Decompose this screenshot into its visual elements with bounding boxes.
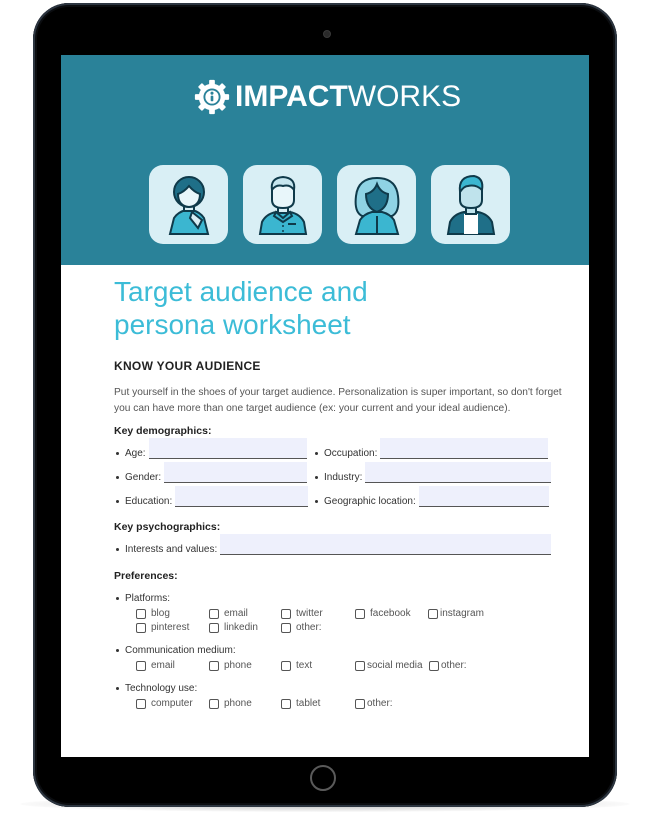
checkbox-twitter[interactable]: twitter	[281, 608, 323, 619]
section-heading: KNOW YOUR AUDIENCE	[114, 359, 261, 373]
industry-input[interactable]	[365, 462, 552, 483]
interests-values-input[interactable]	[220, 534, 552, 555]
field-geographic-location: Geographic location:	[313, 486, 549, 507]
bullet	[116, 476, 119, 479]
avatar-man-jacket	[431, 165, 510, 244]
geographic-location-input[interactable]	[418, 486, 549, 507]
bullet	[116, 597, 119, 600]
tablet-screen: IMPACTWORKS Target audience and persona …	[61, 55, 589, 757]
avatar-man-collared-shirt	[243, 165, 322, 244]
demographics-heading: Key demographics:	[114, 425, 212, 437]
bullet	[315, 476, 318, 479]
checkbox-icon[interactable]	[209, 660, 219, 671]
worksheet-title: Target audience and persona worksheet	[114, 276, 368, 340]
technology-use-label: Technology use:	[114, 683, 197, 694]
checkbox-icon[interactable]	[355, 608, 365, 619]
gear-info-icon	[194, 79, 230, 115]
field-label: Industry:	[324, 472, 363, 483]
checkbox-icon[interactable]	[281, 608, 291, 619]
checkbox-icon[interactable]	[429, 660, 439, 671]
field-age: Age:	[114, 438, 307, 459]
field-gender: Gender:	[114, 462, 308, 483]
bullet	[116, 548, 119, 551]
field-label: Interests and values:	[125, 544, 218, 555]
checkbox-icon[interactable]	[209, 608, 219, 619]
checkbox-comm-phone[interactable]: phone	[209, 660, 252, 671]
bullet	[116, 687, 119, 690]
gender-input[interactable]	[164, 462, 308, 483]
woman-short-hair-icon	[168, 175, 209, 235]
logo-text: IMPACTWORKS	[235, 80, 462, 113]
checkbox-comm-email[interactable]: email	[136, 660, 175, 671]
checkbox-blog[interactable]: blog	[136, 608, 170, 619]
field-interests-values: Interests and values:	[114, 534, 552, 555]
checkbox-comm-social-media[interactable]: social media	[355, 660, 423, 671]
bullet	[116, 500, 119, 503]
field-occupation: Occupation:	[313, 438, 549, 459]
avatar-woman-short-hair	[149, 165, 228, 244]
group-label: Technology use:	[125, 683, 198, 694]
field-label: Gender:	[125, 472, 162, 483]
checkbox-icon[interactable]	[355, 698, 365, 709]
logo: IMPACTWORKS	[193, 77, 461, 117]
header-banner: IMPACTWORKS	[61, 55, 589, 265]
communication-medium-label: Communication medium:	[114, 645, 236, 656]
age-input[interactable]	[148, 438, 307, 459]
checkbox-icon[interactable]	[136, 660, 146, 671]
field-label: Geographic location:	[324, 496, 416, 507]
checkbox-tech-other[interactable]: other:	[355, 698, 393, 709]
checkbox-pinterest[interactable]: pinterest	[136, 622, 189, 633]
persona-avatars	[149, 165, 510, 244]
education-input[interactable]	[175, 486, 309, 507]
checkbox-icon[interactable]	[136, 622, 146, 633]
checkbox-icon[interactable]	[281, 698, 291, 709]
occupation-input[interactable]	[380, 438, 549, 459]
worksheet-content: Target audience and persona worksheet KN…	[114, 275, 562, 417]
checkbox-icon[interactable]	[355, 660, 365, 671]
bullet	[315, 500, 318, 503]
checkbox-tech-phone[interactable]: phone	[209, 698, 252, 709]
bullet	[315, 452, 318, 455]
field-education: Education:	[114, 486, 309, 507]
man-collared-shirt-icon	[258, 175, 307, 235]
man-jacket-icon	[446, 174, 495, 235]
checkbox-facebook[interactable]: facebook	[355, 608, 411, 619]
field-label: Age:	[125, 448, 146, 459]
camera-icon	[323, 30, 331, 38]
bullet	[116, 452, 119, 455]
checkbox-icon[interactable]	[428, 608, 438, 619]
checkbox-platforms-other[interactable]: other:	[281, 622, 322, 633]
field-industry: Industry:	[313, 462, 552, 483]
avatar-woman-long-hair	[337, 165, 416, 244]
field-label: Education:	[125, 496, 173, 507]
checkbox-comm-text[interactable]: text	[281, 660, 312, 671]
checkbox-tech-computer[interactable]: computer	[136, 698, 193, 709]
group-label: Communication medium:	[125, 645, 236, 656]
platforms-label: Platforms:	[114, 593, 170, 604]
checkbox-icon[interactable]	[136, 608, 146, 619]
preferences-heading: Preferences:	[114, 570, 178, 582]
bullet	[116, 649, 119, 652]
checkbox-instagram[interactable]: instagram	[428, 608, 484, 619]
group-label: Platforms:	[125, 593, 171, 604]
checkbox-tech-tablet[interactable]: tablet	[281, 698, 320, 709]
psychographics-heading: Key psychographics:	[114, 521, 221, 533]
checkbox-email[interactable]: email	[209, 608, 248, 619]
woman-long-hair-icon	[354, 176, 399, 235]
checkbox-icon[interactable]	[209, 622, 219, 633]
checkbox-icon[interactable]	[209, 698, 219, 709]
checkbox-icon[interactable]	[281, 622, 291, 633]
intro-paragraph: Put yourself in the shoes of your target…	[114, 387, 562, 414]
checkbox-icon[interactable]	[281, 660, 291, 671]
home-button[interactable]	[310, 765, 336, 791]
checkbox-linkedin[interactable]: linkedin	[209, 622, 258, 633]
field-label: Occupation:	[324, 448, 378, 459]
checkbox-icon[interactable]	[136, 698, 146, 709]
checkbox-comm-other[interactable]: other:	[429, 660, 467, 671]
